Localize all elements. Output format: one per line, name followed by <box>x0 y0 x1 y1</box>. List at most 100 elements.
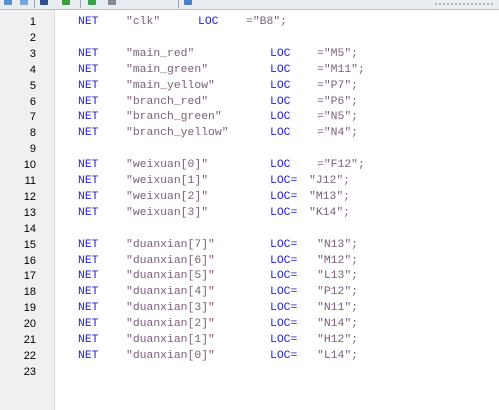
redo-icon[interactable] <box>20 0 28 5</box>
keyword-loc: LOC= <box>270 349 298 362</box>
line-number: 7 <box>29 111 36 124</box>
signal-name: "weixuan[1]" <box>126 175 209 187</box>
signal-name: "branch_green" <box>126 111 222 124</box>
signal-name: "branch_red" <box>126 95 209 108</box>
signal-name: "duanxian[2]" <box>126 318 215 331</box>
keyword-loc: LOC <box>270 79 291 92</box>
check-icon[interactable] <box>88 0 96 5</box>
code-editor-window: 1 NET "clk" LOC ="B8"; 2 3 NET "main_red" LOC ="M5… <box>0 0 499 410</box>
signal-name: "clk" <box>126 16 161 28</box>
toolbar-separator <box>80 0 81 8</box>
signal-name: "duanxian[1]" <box>126 334 215 346</box>
signal-name: "weixuan[0]" <box>126 159 209 172</box>
keyword-net: NET <box>78 16 99 28</box>
pin-value: ="P7"; <box>317 79 359 92</box>
signal-name: "duanxian[6]" <box>126 254 215 267</box>
keyword-loc: LOC <box>198 16 219 28</box>
keyword-net: NET <box>78 206 99 219</box>
keyword-loc: LOC= <box>270 286 298 299</box>
keyword-loc: LOC= <box>270 175 298 187</box>
keyword-net: NET <box>78 95 99 108</box>
keyword-loc: LOC <box>270 159 291 172</box>
signal-name: "weixuan[2]" <box>126 190 209 203</box>
line-number: 17 <box>23 270 36 283</box>
toolbar-grip[interactable] <box>435 3 495 5</box>
keyword-loc: LOC= <box>270 238 298 251</box>
signal-name: "branch_yellow" <box>126 127 229 140</box>
signal-name: "main_yellow" <box>126 79 215 92</box>
keyword-net: NET <box>78 127 99 140</box>
code-area[interactable]: 1 NET "clk" LOC ="B8"; 2 3 NET "main_red" LOC ="M5… <box>24 10 499 410</box>
line-number: 21 <box>23 334 36 346</box>
keyword-net: NET <box>78 270 99 283</box>
keyword-net: NET <box>78 79 99 92</box>
keyword-loc: LOC= <box>270 302 298 315</box>
keyword-net: NET <box>78 318 99 331</box>
toolbar-separator <box>34 0 35 8</box>
keyword-loc: LOC <box>270 111 291 124</box>
pin-value: "N13"; <box>317 238 359 251</box>
keyword-loc: LOC= <box>270 318 298 331</box>
signal-name: "duanxian[3]" <box>126 302 215 315</box>
keyword-net: NET <box>78 175 99 187</box>
run-icon[interactable] <box>62 0 70 5</box>
line-number: 18 <box>23 286 36 299</box>
line-number: 22 <box>23 349 36 362</box>
line-number: 4 <box>29 63 36 76</box>
pin-value: "H12"; <box>317 334 359 346</box>
stop-icon[interactable] <box>108 0 116 5</box>
toolbar <box>0 0 499 10</box>
pin-value: "P12"; <box>317 286 359 299</box>
keyword-net: NET <box>78 334 99 346</box>
line-number: 1 <box>29 16 36 28</box>
line-number: 10 <box>23 159 36 172</box>
pin-value: ="P6"; <box>317 95 359 108</box>
line-number: 2 <box>29 31 36 44</box>
keyword-loc: LOC= <box>270 206 298 219</box>
line-number: 8 <box>29 127 36 140</box>
pin-value: ="F12"; <box>317 159 365 172</box>
keyword-net: NET <box>78 302 99 315</box>
keyword-loc: LOC= <box>270 334 298 346</box>
keyword-net: NET <box>78 238 99 251</box>
pin-value: ="B8"; <box>246 16 288 28</box>
keyword-loc: LOC <box>270 95 291 108</box>
line-number: 20 <box>23 318 36 331</box>
line-number: 16 <box>23 254 36 267</box>
pin-value: ="N4"; <box>317 127 359 140</box>
keyword-net: NET <box>78 159 99 172</box>
line-number: 14 <box>23 222 36 235</box>
toolbar-separator <box>178 0 179 8</box>
line-number: 19 <box>23 302 36 315</box>
line-number: 12 <box>23 190 36 203</box>
pin-value: "J12"; <box>309 175 351 187</box>
info-icon[interactable] <box>184 0 192 5</box>
keyword-loc: LOC= <box>270 254 298 267</box>
line-number: 3 <box>29 47 36 60</box>
pin-value: "M13"; <box>309 190 351 203</box>
signal-name: "duanxian[0]" <box>126 349 215 362</box>
signal-name: "duanxian[7]" <box>126 238 215 251</box>
signal-name: "main_green" <box>126 63 209 76</box>
save-icon[interactable] <box>40 0 48 5</box>
undo-icon[interactable] <box>4 0 12 5</box>
pin-value: "N11"; <box>317 302 359 315</box>
signal-name: "main_red" <box>126 47 195 60</box>
keyword-net: NET <box>78 47 99 60</box>
keyword-net: NET <box>78 111 99 124</box>
keyword-net: NET <box>78 349 99 362</box>
pin-value: "N14"; <box>317 318 359 331</box>
keyword-net: NET <box>78 63 99 76</box>
pin-value: "L13"; <box>317 270 359 283</box>
keyword-loc: LOC= <box>270 270 298 283</box>
pin-value: "M12"; <box>317 254 359 267</box>
keyword-loc: LOC <box>270 63 291 76</box>
pin-value: ="M5"; <box>317 47 359 60</box>
line-number: 13 <box>23 206 36 219</box>
keyword-loc: LOC <box>270 127 291 140</box>
keyword-loc: LOC= <box>270 190 298 203</box>
keyword-net: NET <box>78 190 99 203</box>
line-number: 5 <box>29 79 36 92</box>
line-number: 15 <box>23 238 36 251</box>
keyword-loc: LOC <box>270 47 291 60</box>
